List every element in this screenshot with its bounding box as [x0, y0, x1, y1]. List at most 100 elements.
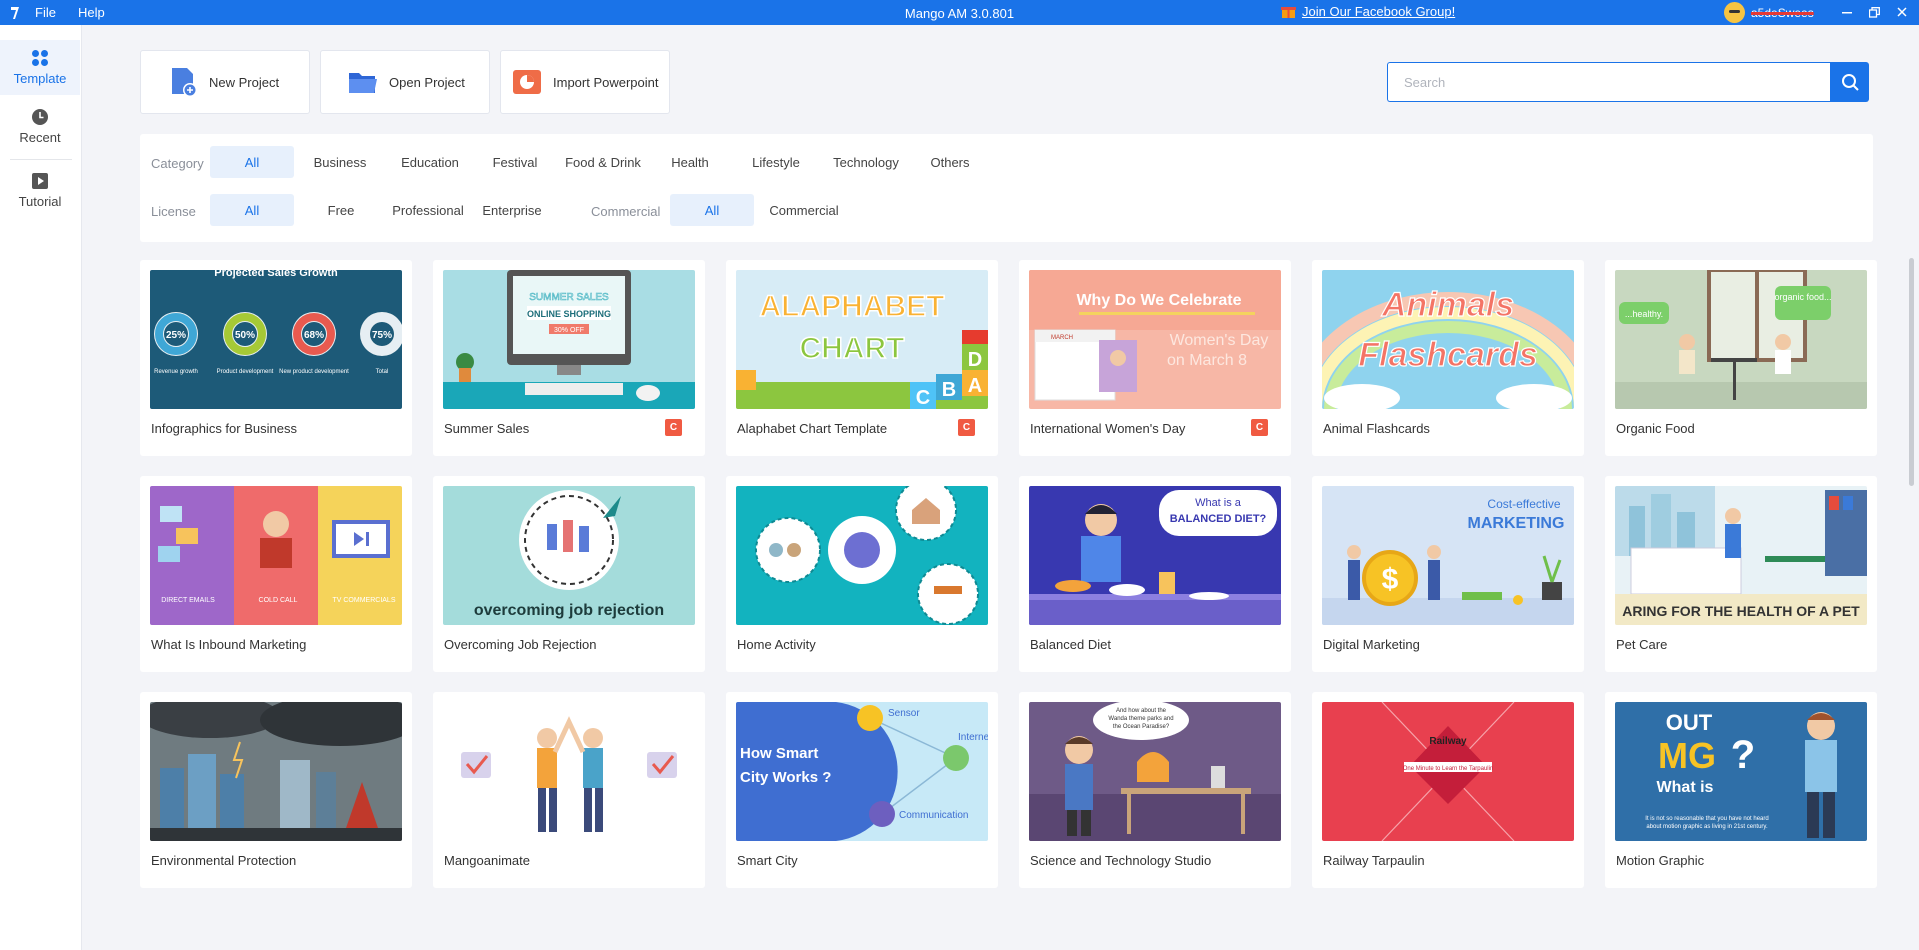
license-enterprise[interactable]: Enterprise	[476, 194, 548, 226]
template-thumbnail: How Smart City Works ? Sensor Interne Co…	[736, 702, 988, 841]
template-card-pet-care[interactable]: ARING FOR THE HEALTH OF A PET Pet Care	[1605, 476, 1877, 672]
template-card-womens-day[interactable]: Why Do We Celebrate Women's Day on March…	[1019, 260, 1291, 456]
template-thumbnail: Animals Flashcards	[1322, 270, 1574, 409]
template-card-infographics[interactable]: Projected Sales Growth 25% 50% 68% 75% R…	[140, 260, 412, 456]
commercial-commercial[interactable]: Commercial	[764, 194, 844, 226]
sidebar-divider	[10, 159, 72, 160]
template-title: Animal Flashcards	[1323, 421, 1430, 436]
category-health[interactable]: Health	[658, 146, 722, 178]
category-label: Category	[151, 156, 204, 171]
svg-text:A: A	[968, 375, 982, 397]
commercial-badge: C	[958, 419, 975, 436]
import-powerpoint-button[interactable]: Import Powerpoint	[500, 50, 670, 114]
search-button[interactable]	[1830, 62, 1869, 102]
close-button[interactable]	[1893, 3, 1911, 21]
app-logo-icon	[11, 6, 19, 19]
template-card-environmental-protection[interactable]: Environmental Protection	[140, 692, 412, 888]
filter-panel: Category All Business Education Festival…	[140, 134, 1873, 242]
template-card-summer-sales[interactable]: SUMMER SALES ONLINE SHOPPING 30% OFF Sum…	[433, 260, 705, 456]
template-title: Motion Graphic	[1616, 853, 1705, 868]
new-project-button[interactable]: New Project	[140, 50, 310, 114]
svg-text:Product development: Product development	[217, 369, 274, 375]
menu-help[interactable]: Help	[78, 5, 105, 20]
restore-button[interactable]	[1865, 3, 1883, 21]
svg-text:C: C	[916, 387, 930, 409]
svg-text:MG: MG	[1658, 735, 1716, 776]
restore-icon	[1868, 6, 1880, 18]
template-card-science-tech-studio[interactable]: And how about the Wanda theme parks and …	[1019, 692, 1291, 888]
template-title: Home Activity	[737, 637, 816, 652]
template-card-railway-tarpaulin[interactable]: Railway One Minute to Learn the Tarpauli…	[1312, 692, 1584, 888]
template-card-smart-city[interactable]: How Smart City Works ? Sensor Interne Co…	[726, 692, 998, 888]
commercial-label: Commercial	[591, 204, 661, 219]
category-business[interactable]: Business	[302, 146, 378, 178]
template-card-inbound-marketing[interactable]: DIRECT EMAILS COLD CALL TV COMMERCIALS W…	[140, 476, 412, 672]
template-card-alphabet-chart[interactable]: ALAPHABET CHART A B D C Alaphabet Chart …	[726, 260, 998, 456]
template-card-organic-food[interactable]: ...healthy. organic food... Organic Food	[1605, 260, 1877, 456]
svg-text:DIRECT EMAILS: DIRECT EMAILS	[161, 597, 215, 604]
powerpoint-icon	[513, 70, 541, 94]
license-all[interactable]: All	[210, 194, 294, 226]
category-all[interactable]: All	[210, 146, 294, 178]
scrollbar[interactable]	[1909, 258, 1914, 486]
svg-text:Cost-effective: Cost-effective	[1487, 497, 1560, 511]
category-education[interactable]: Education	[390, 146, 470, 178]
sidebar-item-tutorial[interactable]: Tutorial	[0, 172, 80, 222]
template-card-balanced-diet[interactable]: What is a BALANCED DIET? Balanced Diet	[1019, 476, 1291, 672]
sidebar-item-template[interactable]: Template	[0, 40, 80, 95]
template-card-digital-marketing[interactable]: Cost-effective MARKETING $ Digital Marke…	[1312, 476, 1584, 672]
template-title: International Women's Day	[1030, 421, 1186, 436]
svg-text:COLD CALL: COLD CALL	[259, 597, 298, 604]
template-title: Pet Care	[1616, 637, 1668, 652]
svg-text:How Smart: How Smart	[740, 745, 818, 762]
license-free[interactable]: Free	[310, 194, 372, 226]
template-card-mangoanimate[interactable]: Mangoanimate	[433, 692, 705, 888]
facebook-group-link[interactable]: Join Our Facebook Group!	[1281, 4, 1455, 19]
category-food-drink[interactable]: Food & Drink	[558, 146, 648, 178]
facebook-link-text[interactable]: Join Our Facebook Group!	[1302, 4, 1455, 19]
template-thumbnail: ...healthy. organic food...	[1615, 270, 1867, 409]
category-lifestyle[interactable]: Lifestyle	[738, 146, 814, 178]
commercial-all[interactable]: All	[670, 194, 754, 226]
avatar[interactable]	[1724, 2, 1745, 23]
svg-text:What is: What is	[1657, 779, 1714, 796]
menu-file[interactable]: File	[35, 5, 56, 20]
sidebar-item-label: Tutorial	[18, 194, 62, 209]
category-festival[interactable]: Festival	[482, 146, 548, 178]
search-bar	[1387, 62, 1869, 102]
sidebar-item-recent[interactable]: Recent	[0, 108, 80, 158]
svg-text:What is a: What is a	[1195, 497, 1242, 509]
svg-text:BALANCED DIET?: BALANCED DIET?	[1170, 513, 1267, 525]
license-professional[interactable]: Professional	[387, 194, 469, 226]
new-project-icon	[172, 68, 197, 97]
category-others[interactable]: Others	[920, 146, 980, 178]
template-title: Organic Food	[1616, 421, 1695, 436]
template-thumbnail: Railway One Minute to Learn the Tarpauli…	[1322, 702, 1574, 841]
username: a5deSwees	[1751, 5, 1814, 20]
user-account[interactable]: a5deSwees	[1724, 2, 1814, 23]
template-thumbnail: overcoming job rejection	[443, 486, 695, 625]
grid-icon	[31, 49, 49, 67]
minimize-button[interactable]	[1838, 3, 1856, 21]
category-technology[interactable]: Technology	[822, 146, 910, 178]
template-card-job-rejection[interactable]: overcoming job rejection Overcoming Job …	[433, 476, 705, 672]
svg-text:Communication: Communication	[899, 810, 968, 821]
search-input[interactable]	[1387, 62, 1830, 102]
play-icon	[31, 172, 49, 190]
new-project-label: New Project	[209, 74, 280, 90]
app-title: Mango AM 3.0.801	[904, 6, 1015, 21]
template-card-animal-flashcards[interactable]: Animals Flashcards Animal Flashcards	[1312, 260, 1584, 456]
template-thumbnail: SUMMER SALES ONLINE SHOPPING 30% OFF	[443, 270, 695, 409]
template-card-motion-graphic[interactable]: OUT MG ? What is It is not so reasonable…	[1605, 692, 1877, 888]
license-label: License	[151, 204, 196, 219]
template-title: Infographics for Business	[151, 421, 297, 436]
template-card-home-activity[interactable]: Home Activity	[726, 476, 998, 672]
template-thumbnail: Why Do We Celebrate Women's Day on March…	[1029, 270, 1281, 409]
svg-text:SUMMER SALES: SUMMER SALES	[529, 292, 609, 303]
open-project-button[interactable]: Open Project	[320, 50, 490, 114]
template-thumbnail: What is a BALANCED DIET?	[1029, 486, 1281, 625]
template-title: Digital Marketing	[1323, 637, 1420, 652]
commercial-badge: C	[665, 419, 682, 436]
svg-text:?: ?	[1731, 733, 1755, 777]
svg-text:D: D	[968, 349, 982, 371]
